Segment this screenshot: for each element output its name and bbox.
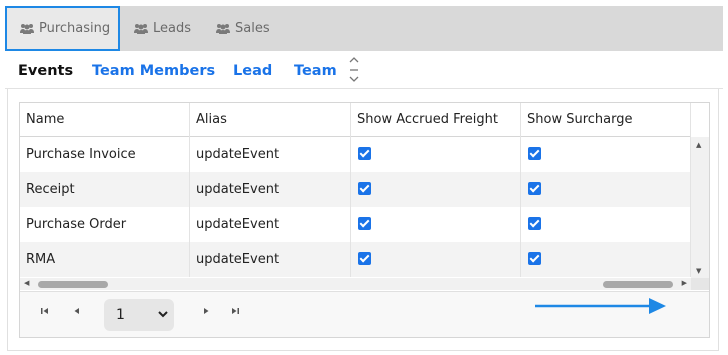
vertical-scrollbar[interactable]: ▲ ▼ [691, 137, 709, 278]
table-row[interactable]: Receipt updateEvent [20, 172, 691, 207]
grid-header: Name Alias Show Accrued Freight Show Sur… [20, 103, 691, 137]
scrollbar-thumb[interactable] [38, 281, 108, 288]
column-header-name[interactable]: Name [20, 103, 190, 137]
accrued-freight-checkbox[interactable] [358, 146, 371, 160]
scroll-right-icon[interactable]: ▶ [682, 279, 687, 287]
accrued-freight-checkbox[interactable] [358, 216, 371, 230]
accrued-freight-checkbox[interactable] [358, 181, 371, 195]
accrued-freight-cell [351, 137, 521, 172]
surcharge-cell [521, 137, 691, 172]
horizontal-scrollbar[interactable]: ◀ ▶ [20, 278, 691, 290]
name-cell: RMA [20, 242, 190, 277]
scrollbar-corner [691, 278, 709, 290]
tab-scroll-icon[interactable] [348, 56, 360, 84]
table-row[interactable]: RMA updateEvent [20, 242, 691, 277]
right-arrow-icon [535, 298, 666, 314]
module-tab-bar: Purchasing Leads Sales [5, 6, 723, 51]
surcharge-checkbox[interactable] [528, 251, 541, 265]
alias-cell: updateEvent [190, 137, 351, 172]
surcharge-cell [521, 242, 691, 277]
tab-team[interactable]: Team [294, 63, 337, 79]
tab-leads[interactable]: Leads [133, 6, 191, 51]
first-page-icon[interactable] [40, 306, 50, 316]
users-icon [20, 23, 34, 34]
surcharge-checkbox[interactable] [528, 146, 541, 160]
tab-label: Sales [235, 21, 270, 36]
name-cell: Purchase Invoice [20, 137, 190, 172]
alias-cell: updateEvent [190, 172, 351, 207]
accrued-freight-cell [351, 242, 521, 277]
next-page-icon[interactable] [201, 306, 211, 316]
column-header-alias[interactable]: Alias [190, 103, 351, 137]
scroll-up-icon[interactable]: ▲ [696, 141, 701, 149]
previous-page-icon[interactable] [72, 306, 82, 316]
name-cell: Receipt [20, 172, 190, 207]
users-icon [216, 23, 230, 34]
scroll-down-icon[interactable]: ▼ [696, 267, 701, 275]
surcharge-checkbox[interactable] [528, 181, 541, 195]
tab-sales[interactable]: Sales [215, 6, 270, 51]
chevron-down-icon [158, 311, 168, 318]
tab-label: Leads [153, 21, 192, 36]
alias-cell: updateEvent [190, 207, 351, 242]
tab-label: Purchasing [39, 21, 111, 36]
column-header-show-accrued-freight[interactable]: Show Accrued Freight [351, 103, 521, 137]
tab-team-members[interactable]: Team Members [92, 63, 215, 79]
column-header-show-surcharge[interactable]: Show Surcharge [521, 103, 691, 137]
scrollbar-thumb[interactable] [603, 281, 673, 288]
table-row[interactable]: Purchase Order updateEvent [20, 207, 691, 242]
accrued-freight-cell [351, 172, 521, 207]
surcharge-cell [521, 207, 691, 242]
name-cell: Purchase Order [20, 207, 190, 242]
accrued-freight-checkbox[interactable] [358, 251, 371, 265]
surcharge-cell [521, 172, 691, 207]
users-icon [134, 23, 148, 34]
tab-lead[interactable]: Lead [233, 63, 272, 79]
alias-cell: updateEvent [190, 242, 351, 277]
sub-tab-bar: Events Team Members Lead Team [5, 51, 723, 89]
table-row[interactable]: Purchase Invoice updateEvent [20, 137, 691, 172]
surcharge-checkbox[interactable] [528, 216, 541, 230]
scroll-left-icon[interactable]: ◀ [24, 279, 29, 287]
accrued-freight-cell [351, 207, 521, 242]
last-page-icon[interactable] [230, 306, 240, 316]
tab-purchasing[interactable]: Purchasing [5, 6, 120, 51]
tab-events[interactable]: Events [18, 63, 73, 79]
